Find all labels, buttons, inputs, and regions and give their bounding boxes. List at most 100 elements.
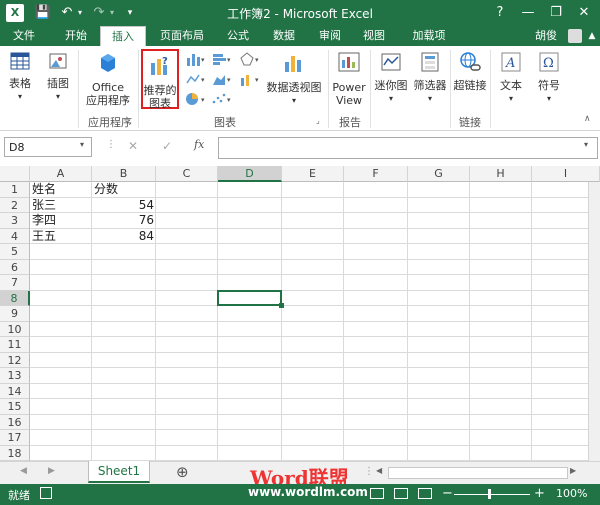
expand-formula-icon[interactable]: ▾ (584, 140, 588, 149)
tab-file[interactable]: 文件 (0, 26, 48, 46)
column-header-d[interactable]: D (218, 166, 282, 182)
power-view-button[interactable]: Power View (331, 50, 367, 107)
scatter-chart-button[interactable]: ▾ (210, 92, 234, 109)
row-header-16[interactable]: 16 (0, 414, 30, 430)
sparklines-button[interactable]: 迷你图 ▾ (372, 50, 410, 105)
row-header-7[interactable]: 7 (0, 275, 30, 291)
ribbon-collapse-icon[interactable]: ∧ (584, 114, 591, 124)
tab-home[interactable]: 开始 (56, 26, 96, 46)
row-header-9[interactable]: 9 (0, 306, 30, 322)
tab-data[interactable]: 数据 (264, 26, 304, 46)
stock-chart-button[interactable]: ▾ (238, 72, 262, 89)
macro-record-icon[interactable] (40, 487, 52, 499)
page-break-view-icon[interactable] (418, 488, 432, 499)
tab-split-handle[interactable]: ⋮ (364, 466, 374, 477)
zoom-level[interactable]: 100% (556, 487, 587, 500)
enter-icon[interactable]: ✓ (162, 139, 172, 153)
column-header-e[interactable]: E (282, 166, 344, 182)
cancel-icon[interactable]: ✕ (128, 139, 138, 153)
cell-b3[interactable]: 76 (92, 213, 156, 229)
zoom-slider[interactable] (454, 494, 530, 495)
cell-a2[interactable]: 张三 (30, 198, 92, 214)
row-header-3[interactable]: 3 (0, 213, 30, 229)
column-header-g[interactable]: G (408, 166, 470, 182)
name-box-dropdown-icon[interactable]: ▾ (80, 140, 84, 149)
area-chart-button[interactable]: ▾ (210, 72, 234, 89)
office-apps-button[interactable]: Office 应用程序 (82, 50, 134, 107)
normal-view-icon[interactable] (370, 488, 384, 499)
cell-b4[interactable]: 84 (92, 229, 156, 245)
row-header-18[interactable]: 18 (0, 445, 30, 461)
restore-button[interactable]: ❐ (542, 0, 570, 26)
column-header-h[interactable]: H (470, 166, 532, 182)
new-sheet-icon[interactable]: ⊕ (176, 463, 189, 481)
tab-formulas[interactable]: 公式 (218, 26, 258, 46)
tab-view[interactable]: 视图 (354, 26, 394, 46)
column-header-c[interactable]: C (156, 166, 218, 182)
line-chart-button[interactable]: ▾ (184, 72, 208, 89)
pie-chart-button[interactable]: ▾ (184, 92, 208, 109)
help-button[interactable]: ? (486, 0, 514, 26)
cell-b1[interactable]: 分数 (92, 182, 156, 198)
text-button[interactable]: A 文本 ▾ (494, 50, 528, 105)
row-header-6[interactable]: 6 (0, 259, 30, 275)
next-sheet-icon[interactable]: ▶ (48, 466, 55, 476)
row-header-17[interactable]: 17 (0, 430, 30, 446)
column-header-a[interactable]: A (30, 166, 92, 182)
waterfall-chart-button[interactable]: ▾ (238, 52, 262, 69)
insert-function-icon[interactable]: fx (194, 138, 204, 151)
row-header-12[interactable]: 12 (0, 352, 30, 368)
column-chart-button[interactable]: ▾ (184, 52, 208, 69)
page-layout-view-icon[interactable] (394, 488, 408, 499)
minimize-button[interactable]: — (514, 0, 542, 26)
close-button[interactable]: ✕ (570, 0, 598, 26)
column-header-b[interactable]: B (92, 166, 156, 182)
cell-a1[interactable]: 姓名 (30, 182, 92, 198)
vertical-scrollbar[interactable] (588, 182, 600, 461)
cell-a4[interactable]: 王五 (30, 229, 92, 245)
tab-insert[interactable]: 插入 (100, 26, 146, 47)
cell-a3[interactable]: 李四 (30, 213, 92, 229)
bar-chart-button[interactable]: ▾ (210, 52, 234, 69)
row-header-15[interactable]: 15 (0, 399, 30, 415)
row-header-5[interactable]: 5 (0, 244, 30, 260)
cell-b2[interactable]: 54 (92, 198, 156, 214)
formula-bar-grip-icon[interactable]: ⋮ (106, 139, 116, 150)
worksheet-grid[interactable]: A B C D E F G H I 1 2 3 4 5 6 7 8 9 10 11 12 13 14 15 16 17 18 姓名 分数… (0, 166, 600, 461)
chart-dialog-launcher-icon[interactable]: ⌟ (316, 116, 320, 125)
zoom-in-button[interactable]: + (534, 486, 545, 501)
column-header-f[interactable]: F (344, 166, 408, 182)
pivot-chart-button[interactable]: 数据透视图 ▾ (266, 50, 322, 107)
tab-page-layout[interactable]: 页面布局 (152, 26, 212, 46)
symbols-button[interactable]: Ω 符号 ▾ (532, 50, 566, 105)
row-header-2[interactable]: 2 (0, 197, 30, 213)
horizontal-scrollbar[interactable] (388, 467, 568, 479)
row-header-8[interactable]: 8 (0, 290, 30, 306)
formula-input[interactable] (218, 137, 598, 159)
hscroll-left-icon[interactable]: ◀ (376, 466, 382, 475)
zoom-slider-thumb[interactable] (488, 489, 491, 499)
select-all-corner[interactable] (0, 166, 30, 182)
row-header-14[interactable]: 14 (0, 383, 30, 399)
collapse-ribbon-icon[interactable]: ▲ (586, 29, 598, 43)
selected-cell[interactable] (217, 289, 282, 306)
row-header-13[interactable]: 13 (0, 368, 30, 384)
row-header-1[interactable]: 1 (0, 182, 30, 198)
recommended-charts-button[interactable]: ? 推荐的 图表 (141, 49, 179, 110)
row-header-11[interactable]: 11 (0, 337, 30, 353)
fill-handle[interactable] (279, 303, 284, 308)
illustrations-button[interactable]: 插图 ▾ (42, 50, 74, 103)
row-header-10[interactable]: 10 (0, 321, 30, 337)
user-name[interactable]: 胡俊 (526, 26, 566, 46)
tab-review[interactable]: 审阅 (310, 26, 350, 46)
row-header-4[interactable]: 4 (0, 228, 30, 244)
column-header-i[interactable]: I (532, 166, 600, 182)
name-box[interactable]: D8 (4, 137, 92, 157)
table-button[interactable]: 表格 ▾ (4, 50, 36, 103)
user-avatar[interactable] (568, 29, 582, 43)
hyperlink-button[interactable]: 超链接 (452, 50, 488, 92)
prev-sheet-icon[interactable]: ◀ (20, 466, 27, 476)
filters-button[interactable]: 筛选器 ▾ (412, 50, 448, 105)
hscroll-right-icon[interactable]: ▶ (570, 466, 576, 475)
zoom-out-button[interactable]: − (442, 486, 453, 501)
